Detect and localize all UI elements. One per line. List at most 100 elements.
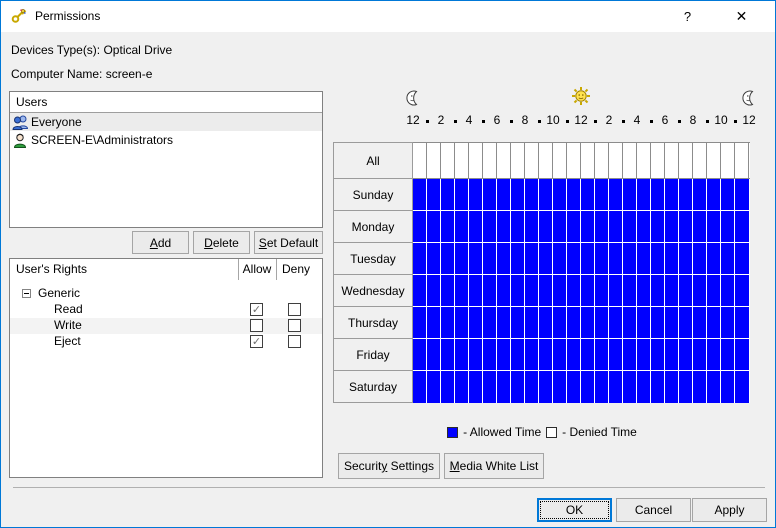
time-cell[interactable] (497, 371, 511, 403)
ok-button[interactable]: OK (537, 498, 612, 522)
time-cell[interactable] (693, 307, 707, 339)
hour-tick-cell[interactable] (539, 143, 553, 179)
time-cell[interactable] (581, 243, 595, 275)
time-cell[interactable] (469, 371, 483, 403)
hour-label[interactable]: 6 (662, 113, 669, 127)
hour-tick-cell[interactable] (665, 143, 679, 179)
time-cell[interactable] (567, 243, 581, 275)
time-cell[interactable] (539, 211, 553, 243)
time-cell[interactable] (483, 307, 497, 339)
time-cell[interactable] (511, 243, 525, 275)
time-cell[interactable] (553, 307, 567, 339)
time-cell[interactable] (651, 179, 665, 211)
time-cell[interactable] (413, 243, 427, 275)
hour-tick-cell[interactable] (679, 143, 693, 179)
time-cell[interactable] (539, 339, 553, 371)
list-item[interactable]: Everyone (10, 113, 322, 131)
time-cell[interactable] (581, 275, 595, 307)
hour-tick-cell[interactable] (427, 143, 441, 179)
time-cell[interactable] (651, 243, 665, 275)
help-button[interactable]: ? (665, 1, 710, 32)
time-cell[interactable] (427, 243, 441, 275)
set-default-button[interactable]: Set Default (254, 231, 323, 254)
time-cell[interactable] (595, 211, 609, 243)
time-cell[interactable] (455, 211, 469, 243)
hour-tick-cell[interactable] (595, 143, 609, 179)
time-cell[interactable] (693, 339, 707, 371)
list-item[interactable]: SCREEN-E\Administrators (10, 131, 322, 149)
hour-tick-cell[interactable] (721, 143, 735, 179)
collapse-expander-icon[interactable] (22, 289, 31, 298)
time-cell[interactable] (441, 307, 455, 339)
time-cell[interactable] (679, 211, 693, 243)
time-cell[interactable] (511, 211, 525, 243)
time-cell[interactable] (511, 179, 525, 211)
day-label-thursday[interactable]: Thursday (333, 306, 413, 339)
time-cell[interactable] (539, 371, 553, 403)
time-cell[interactable] (441, 211, 455, 243)
time-cell[interactable] (483, 339, 497, 371)
time-cell[interactable] (525, 243, 539, 275)
hour-label[interactable]: 2 (606, 113, 613, 127)
hour-label[interactable]: 12 (742, 113, 755, 127)
rights-row-write[interactable]: Write (10, 318, 322, 334)
time-cell[interactable] (693, 243, 707, 275)
time-cell[interactable] (413, 307, 427, 339)
time-cell[interactable] (469, 339, 483, 371)
day-label-monday[interactable]: Monday (333, 210, 413, 243)
time-cell[interactable] (413, 275, 427, 307)
time-cell[interactable] (525, 211, 539, 243)
time-cell[interactable] (497, 211, 511, 243)
time-cell[interactable] (595, 339, 609, 371)
time-cell[interactable] (511, 275, 525, 307)
time-cell[interactable] (427, 211, 441, 243)
time-cell[interactable] (637, 275, 651, 307)
time-cell[interactable] (553, 243, 567, 275)
time-cell[interactable] (693, 211, 707, 243)
time-cell[interactable] (721, 179, 735, 211)
time-cell[interactable] (595, 179, 609, 211)
time-cell[interactable] (497, 339, 511, 371)
hour-label[interactable]: 8 (690, 113, 697, 127)
time-cell[interactable] (567, 339, 581, 371)
time-cell[interactable] (735, 211, 749, 243)
time-cell[interactable] (735, 371, 749, 403)
time-cell[interactable] (497, 179, 511, 211)
time-cell[interactable] (595, 243, 609, 275)
time-cell[interactable] (413, 371, 427, 403)
hour-tick-cell[interactable] (609, 143, 623, 179)
hour-label[interactable]: 12 (574, 113, 587, 127)
time-cell[interactable] (623, 275, 637, 307)
time-cell[interactable] (609, 371, 623, 403)
time-cell[interactable] (707, 275, 721, 307)
time-cell[interactable] (581, 211, 595, 243)
time-cell[interactable] (427, 275, 441, 307)
time-cell[interactable] (455, 179, 469, 211)
time-cell[interactable] (735, 179, 749, 211)
rights-row-read[interactable]: Read✓ (10, 302, 322, 318)
hour-tick-cell[interactable] (567, 143, 581, 179)
time-cell[interactable] (441, 179, 455, 211)
time-cell[interactable] (483, 179, 497, 211)
cancel-button[interactable]: Cancel (616, 498, 691, 522)
time-cell[interactable] (455, 243, 469, 275)
time-cell[interactable] (609, 211, 623, 243)
deny-checkbox-write[interactable] (288, 319, 301, 332)
media-white-list-button[interactable]: Media White List (444, 453, 544, 479)
hour-label[interactable]: 4 (466, 113, 473, 127)
time-cell[interactable] (441, 275, 455, 307)
time-cell[interactable] (707, 371, 721, 403)
time-cell[interactable] (623, 179, 637, 211)
time-cell[interactable] (581, 339, 595, 371)
time-cell[interactable] (511, 307, 525, 339)
day-label-sunday[interactable]: Sunday (333, 178, 413, 211)
time-cell[interactable] (525, 275, 539, 307)
time-cell[interactable] (441, 339, 455, 371)
day-label-friday[interactable]: Friday (333, 338, 413, 371)
hour-tick-cell[interactable] (525, 143, 539, 179)
hour-tick-cell[interactable] (483, 143, 497, 179)
close-icon[interactable]: ✕ (719, 1, 764, 32)
allow-checkbox-eject[interactable]: ✓ (250, 335, 263, 348)
time-cell[interactable] (665, 179, 679, 211)
tree-group-generic[interactable]: Generic (10, 285, 322, 302)
